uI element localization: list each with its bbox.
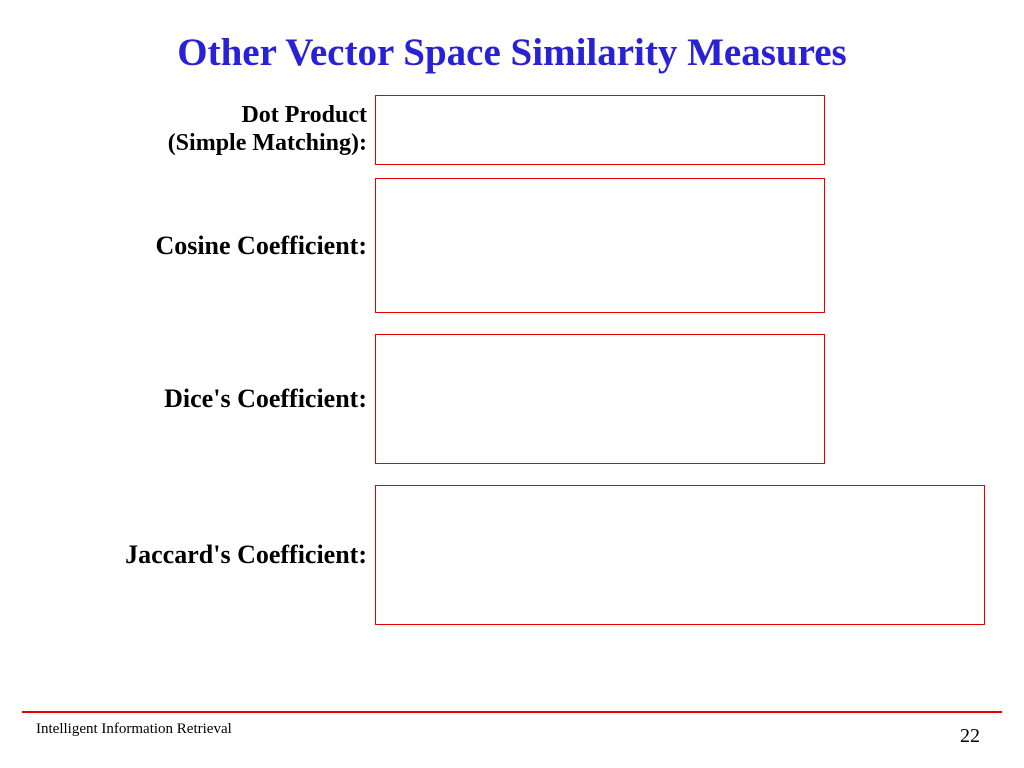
- formula-box: [375, 334, 825, 464]
- formula-box: [375, 95, 825, 165]
- measure-label: Dice's Coefficient:: [0, 384, 375, 414]
- footer-divider: [22, 711, 1002, 713]
- formula-box: [375, 178, 825, 313]
- measure-label: Jaccard's Coefficient:: [0, 540, 375, 570]
- formula-box: [375, 485, 985, 625]
- measure-label: Dot Product (Simple Matching):: [0, 102, 375, 157]
- measure-row: Cosine Coefficient:: [0, 178, 825, 313]
- footer-text: Intelligent Information Retrieval: [36, 721, 232, 738]
- measure-row: Jaccard's Coefficient:: [0, 485, 985, 625]
- measure-label: Cosine Coefficient:: [0, 231, 375, 261]
- measure-row: Dice's Coefficient:: [0, 334, 825, 464]
- slide-title: Other Vector Space Similarity Measures: [0, 0, 1024, 87]
- measure-row: Dot Product (Simple Matching):: [0, 95, 825, 165]
- page-number: 22: [960, 725, 980, 748]
